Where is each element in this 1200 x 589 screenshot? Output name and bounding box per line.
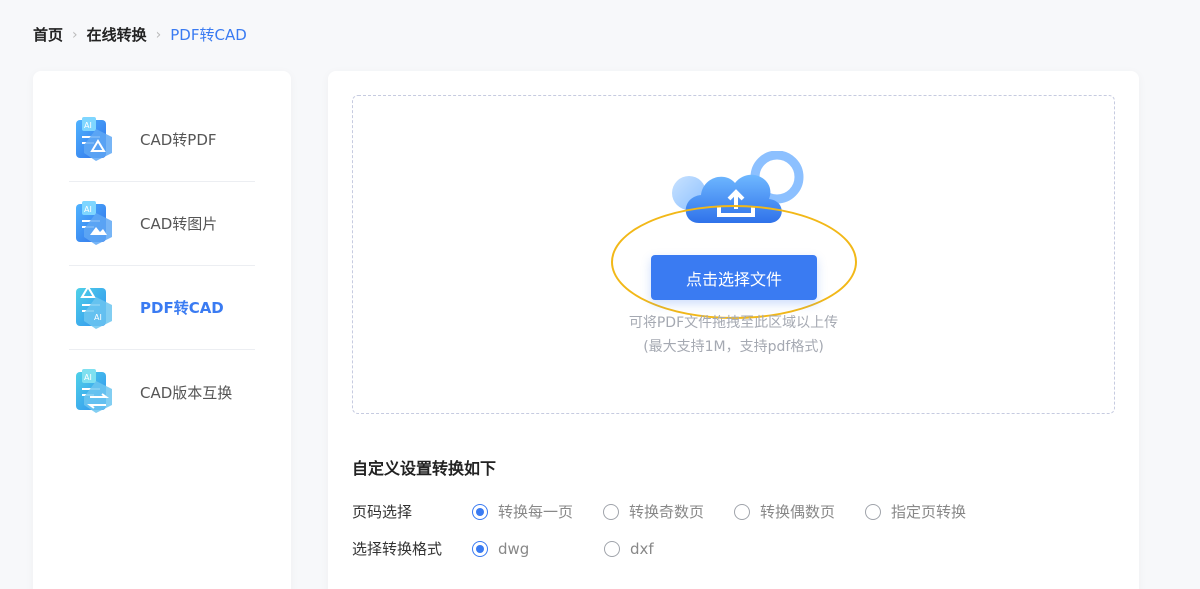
upload-dropzone[interactable]: 点击选择文件 可将PDF文件拖拽至此区域以上传 (最大支持1M，支持pdf格式) <box>352 95 1115 414</box>
sidebar-item-label: CAD转PDF <box>140 131 217 149</box>
format-select-label: 选择转换格式 <box>352 540 443 558</box>
radio-label: dwg <box>498 539 530 558</box>
sidebar-item-label: PDF转CAD <box>140 299 224 317</box>
radio-odd-pages[interactable]: 转换奇数页 <box>603 501 704 522</box>
radio-button[interactable] <box>472 503 488 520</box>
sidebar-item-pdf-to-cad[interactable]: AI PDF转CAD <box>69 266 255 350</box>
cad-to-image-icon: AI <box>76 200 112 245</box>
radio-label: 转换偶数页 <box>760 503 836 521</box>
radio-label: 转换奇数页 <box>629 503 705 521</box>
pdf-to-cad-icon: AI <box>76 284 112 329</box>
radio-button[interactable] <box>472 540 488 557</box>
settings-title: 自定义设置转换如下 <box>352 459 497 478</box>
chevron-right-icon: › <box>72 26 78 43</box>
select-file-button[interactable]: 点击选择文件 <box>651 255 817 300</box>
upload-hint: 可将PDF文件拖拽至此区域以上传 <box>628 315 839 331</box>
radio-specified-pages[interactable]: 指定页转换 <box>865 501 966 522</box>
sidebar: AI CAD转PDF AI CAD转图片 AI PDF转CAD AI CAD版本… <box>33 71 291 589</box>
radio-button[interactable] <box>865 503 882 520</box>
sidebar-item-cad-version-swap[interactable]: AI CAD版本互换 <box>69 350 255 434</box>
radio-dxf[interactable]: dxf <box>604 540 654 558</box>
radio-label: dxf <box>630 539 654 558</box>
radio-button[interactable] <box>734 503 751 520</box>
format-select-row: 选择转换格式 dwg dxf <box>352 538 654 559</box>
radio-label: 指定页转换 <box>891 503 967 521</box>
sidebar-item-cad-to-pdf[interactable]: AI CAD转PDF <box>69 98 255 182</box>
breadcrumb-section[interactable]: 在线转换 <box>87 24 147 45</box>
sidebar-item-label: CAD版本互换 <box>140 383 233 402</box>
svg-text:AI: AI <box>94 313 102 322</box>
breadcrumb-home[interactable]: 首页 <box>33 24 63 45</box>
sidebar-item-label: CAD转图片 <box>140 215 218 233</box>
chevron-right-icon: › <box>155 26 162 43</box>
svg-text:AI: AI <box>84 373 92 382</box>
svg-text:AI: AI <box>84 205 92 214</box>
upload-limit-hint: (最大支持1M，支持pdf格式) <box>643 339 824 355</box>
radio-button[interactable] <box>603 503 620 520</box>
svg-text:AI: AI <box>84 121 92 130</box>
radio-even-pages[interactable]: 转换偶数页 <box>734 501 835 522</box>
main-panel: 点击选择文件 可将PDF文件拖拽至此区域以上传 (最大支持1M，支持pdf格式)… <box>328 71 1139 589</box>
sidebar-item-cad-to-image[interactable]: AI CAD转图片 <box>69 182 255 266</box>
page-select-row: 页码选择 转换每一页 转换奇数页 转换偶数页 指定页转换 <box>352 501 996 522</box>
radio-dwg[interactable]: dwg <box>472 540 604 558</box>
breadcrumb: 首页 › 在线转换 › PDF转CAD <box>33 24 247 45</box>
cad-version-swap-icon: AI <box>76 369 112 413</box>
radio-button[interactable] <box>604 540 620 557</box>
radio-label: 转换每一页 <box>498 503 574 521</box>
cad-to-pdf-icon: AI <box>76 116 112 161</box>
breadcrumb-current: PDF转CAD <box>170 26 247 44</box>
radio-every-page[interactable]: 转换每一页 <box>472 501 573 522</box>
page-select-label: 页码选择 <box>352 503 413 521</box>
